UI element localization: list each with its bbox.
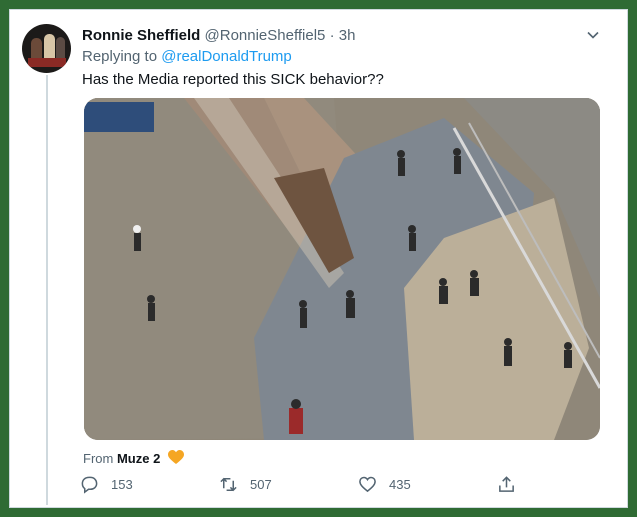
share-button[interactable] (497, 475, 528, 494)
retweet-icon (220, 477, 237, 492)
handle[interactable]: @RonnieSheffiel5 (205, 27, 326, 44)
like-button[interactable]: 435 (358, 475, 411, 494)
replying-to-label: Replying to (82, 48, 158, 65)
like-count: 435 (389, 477, 411, 492)
chevron-down-icon[interactable] (586, 28, 600, 42)
source-prefix: From (83, 451, 114, 466)
reply-button[interactable]: 153 (80, 475, 133, 494)
tweet-header: Ronnie Sheffield @RonnieSheffiel5 · 3h (82, 27, 355, 44)
avatar[interactable] (22, 24, 71, 73)
tweet-actions: 153 507 435 (80, 475, 600, 499)
separator: · (329, 27, 335, 44)
comment-icon (81, 476, 98, 494)
display-name[interactable]: Ronnie Sheffield (82, 27, 200, 44)
share-icon (499, 476, 514, 492)
replying-to: Replying to @realDonaldTrump (82, 48, 292, 65)
source-attribution: From Muze 2 (83, 450, 184, 466)
timestamp[interactable]: 3h (339, 27, 356, 44)
yellow-heart-icon (167, 450, 184, 464)
reply-count: 153 (111, 477, 133, 492)
tweet-media-image[interactable] (84, 98, 600, 440)
mention-link[interactable]: @realDonaldTrump (161, 48, 292, 65)
thread-line (46, 75, 48, 505)
media-scene (84, 98, 600, 440)
retweet-button[interactable]: 507 (219, 475, 272, 494)
tweet-text: Has the Media reported this SICK behavio… (82, 71, 384, 88)
retweet-count: 507 (250, 477, 272, 492)
source-name[interactable]: Muze 2 (117, 451, 160, 466)
heart-outline-icon (359, 476, 376, 493)
